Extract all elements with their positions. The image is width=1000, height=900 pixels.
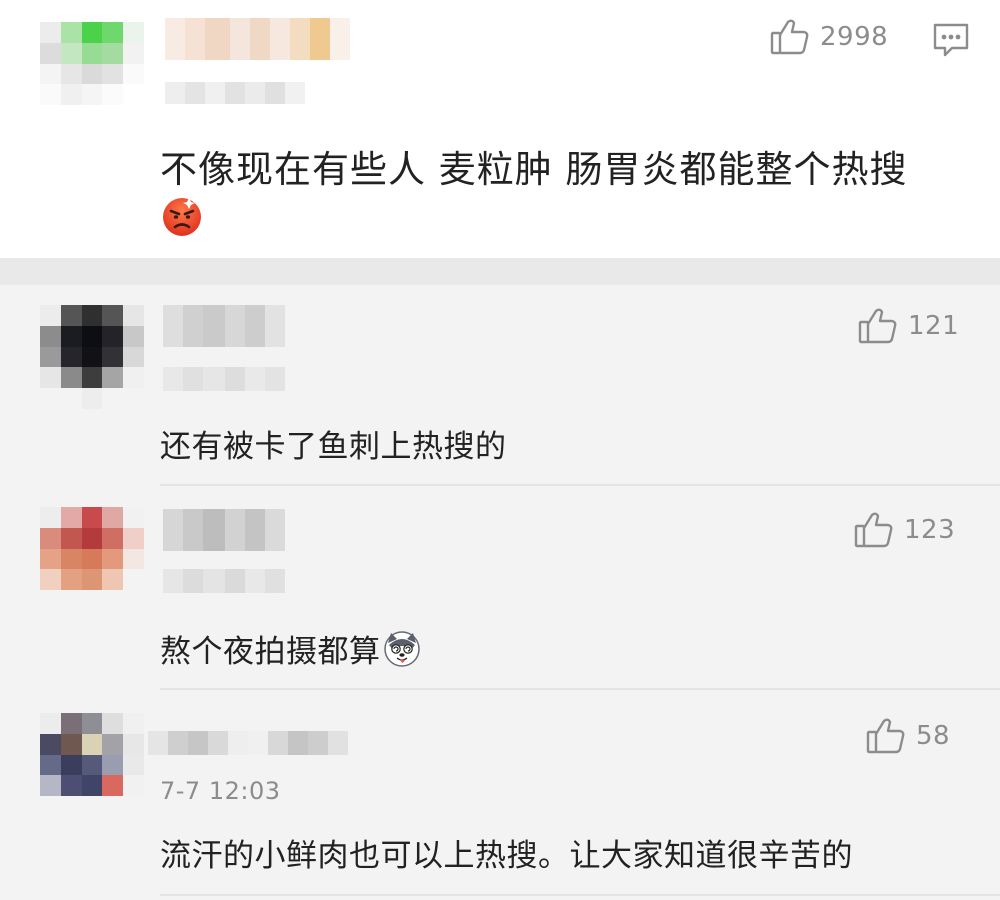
avatar[interactable] bbox=[40, 22, 144, 126]
like-count: 58 bbox=[916, 721, 951, 751]
section-separator bbox=[0, 258, 1000, 285]
username-obscured[interactable] bbox=[165, 18, 350, 60]
like-count: 123 bbox=[904, 515, 956, 545]
comment-text: 熬个夜拍摄都算 bbox=[160, 626, 421, 676]
thumbs-up-icon bbox=[866, 717, 906, 755]
divider bbox=[160, 688, 1000, 690]
avatar[interactable] bbox=[40, 507, 144, 611]
user-meta-obscured bbox=[165, 82, 305, 104]
divider bbox=[160, 484, 1000, 486]
user-meta-obscured bbox=[163, 569, 285, 593]
like-button[interactable]: 58 bbox=[866, 717, 950, 755]
husky-dog-emoji bbox=[383, 630, 421, 676]
avatar[interactable] bbox=[40, 305, 144, 409]
angry-face-emoji bbox=[160, 194, 204, 242]
thumbs-up-icon bbox=[770, 18, 810, 56]
username-obscured[interactable] bbox=[163, 305, 285, 347]
like-button[interactable]: 2998 bbox=[770, 18, 888, 56]
like-count: 121 bbox=[908, 311, 960, 341]
reply-comment: 121 还有被卡了鱼刺上热搜的 bbox=[0, 285, 1000, 483]
main-comment: 2998 不像现在有些人 麦粒肿 肠胃炎都能整个热搜 bbox=[0, 0, 1000, 258]
comment-text: 还有被卡了鱼刺上热搜的 bbox=[160, 429, 507, 465]
username-obscured[interactable] bbox=[163, 509, 285, 551]
reply-comment: 58 7-7 12:03 流汗的小鲜肉也可以上热搜。让大家知道很辛苦的 bbox=[0, 691, 1000, 896]
user-meta-obscured bbox=[163, 367, 285, 391]
comment-text: 不像现在有些人 麦粒肿 肠胃炎都能整个热搜 bbox=[160, 148, 908, 191]
like-button[interactable]: 121 bbox=[858, 307, 959, 345]
comment-text: 流汗的小鲜肉也可以上热搜。让大家知道很辛苦的 bbox=[160, 838, 853, 874]
username-obscured[interactable] bbox=[148, 731, 348, 755]
comment-timestamp: 7-7 12:03 bbox=[160, 777, 281, 805]
reply-comment: 123 熬个夜拍摄都算 bbox=[0, 487, 1000, 687]
comment-text-content: 熬个夜拍摄都算 bbox=[160, 634, 381, 670]
like-count: 2998 bbox=[820, 22, 889, 52]
avatar[interactable] bbox=[40, 713, 144, 817]
comment-bubble-icon[interactable] bbox=[932, 22, 970, 62]
thumbs-up-icon bbox=[858, 307, 898, 345]
divider bbox=[160, 894, 1000, 896]
like-button[interactable]: 123 bbox=[854, 511, 955, 549]
thumbs-up-icon bbox=[854, 511, 894, 549]
